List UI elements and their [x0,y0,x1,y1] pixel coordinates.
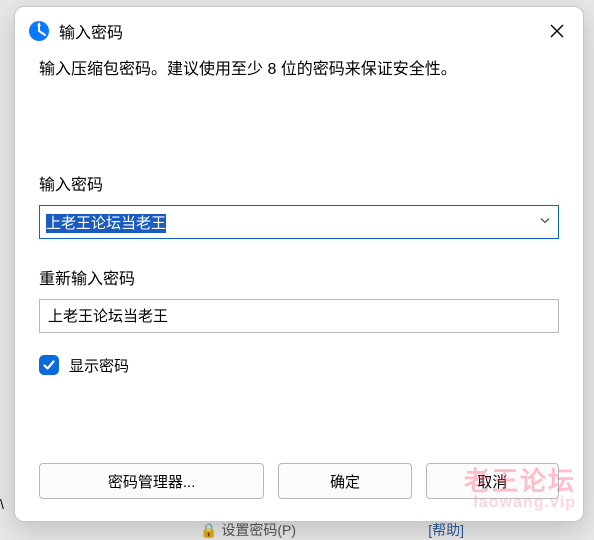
password-dialog: 输入密码 输入压缩包密码。建议使用至少 8 位的密码来保证安全性。 输入密码 上… [14,6,584,522]
password-label: 输入密码 [39,171,559,195]
password-combo[interactable]: 上老王论坛当老王 [39,205,559,239]
reenter-input[interactable] [39,299,559,333]
password-input[interactable]: 上老王论坛当老王 [39,205,559,239]
dialog-content: 输入压缩包密码。建议使用至少 8 位的密码来保证安全性。 输入密码 上老王论坛当… [15,53,583,463]
background-text: [帮助] [428,520,464,540]
show-password-row: 显示密码 [39,355,559,376]
show-password-checkbox[interactable] [39,355,59,375]
password-manager-button[interactable]: 密码管理器... [39,463,264,499]
background-text: \ [0,496,4,512]
background-text: 🔒 设置密码(P) [200,520,296,540]
cancel-button[interactable]: 取消 [426,463,559,499]
close-button[interactable] [543,17,571,45]
reenter-label: 重新输入密码 [39,265,559,289]
instruction-text: 输入压缩包密码。建议使用至少 8 位的密码来保证安全性。 [39,57,559,83]
ok-button[interactable]: 确定 [278,463,411,499]
dialog-title: 输入密码 [59,19,533,43]
button-row: 密码管理器... 确定 取消 [15,463,583,521]
titlebar: 输入密码 [15,7,583,53]
app-icon [29,21,49,41]
show-password-label: 显示密码 [69,355,129,376]
